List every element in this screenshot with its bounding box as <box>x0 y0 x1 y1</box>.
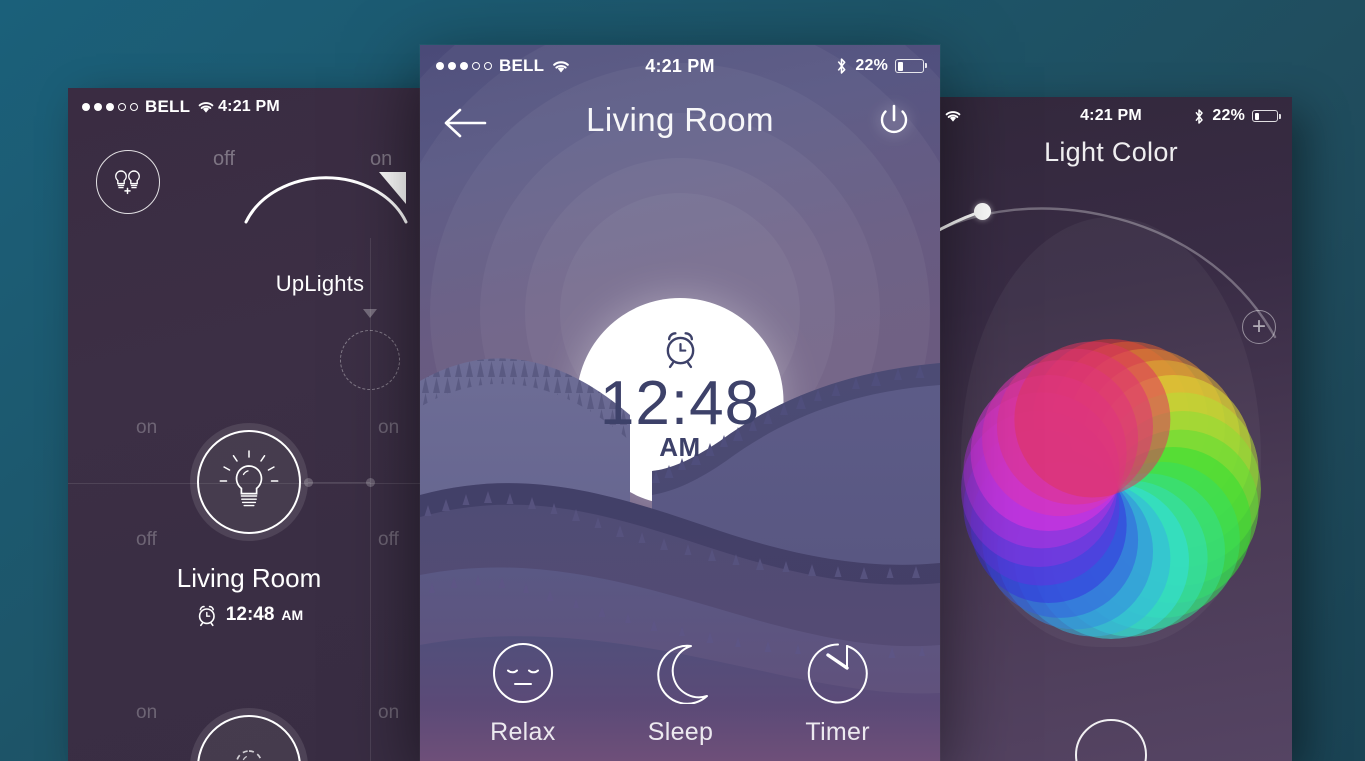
cell-subtitle: 12:48 <box>225 604 275 625</box>
mode-label: Timer <box>805 718 870 746</box>
power-icon[interactable] <box>870 99 918 147</box>
page-title: Living Room <box>586 101 774 138</box>
alarm-ampm: AM <box>659 431 701 462</box>
right-status-bar: 4:21 PM 22% <box>930 97 1292 135</box>
empty-light-placeholder[interactable] <box>340 330 400 390</box>
timer-stopwatch-icon <box>807 642 869 704</box>
connector-dot <box>366 478 375 487</box>
left-status-signal: BELL <box>82 97 215 117</box>
color-wheel-picker[interactable] <box>961 339 1261 639</box>
mode-buttons-row: Relax Sleep Timer <box>420 642 940 747</box>
phone-center-living-room: BELL 4:21 PM 22% Living Room 12:48 AM Re… <box>420 45 940 761</box>
white-color-swatch[interactable] <box>1075 719 1147 761</box>
mode-label: Sleep <box>647 718 714 746</box>
battery-percent-label: 22% <box>855 57 888 74</box>
uplights-on-label: on <box>370 148 393 170</box>
center-status-bar: BELL 4:21 PM 22% <box>420 45 940 87</box>
crescent-moon-icon <box>649 642 711 704</box>
phone-left-lights-overview: BELL 4:21 PM off on UpLights on off Livi… <box>68 88 430 761</box>
cell-off-label: off <box>136 529 157 550</box>
mode-button-relax[interactable]: Relax <box>490 642 555 747</box>
cell-on-label: on <box>136 417 158 438</box>
wifi-icon <box>197 100 215 114</box>
light-bulb-off-icon <box>197 715 301 761</box>
left-status-bar: BELL 4:21 PM <box>68 88 430 126</box>
plus-icon: + <box>1251 313 1266 340</box>
cell-alarm-row: 12:48 AM <box>195 603 303 627</box>
cell-connector <box>308 482 370 483</box>
left-screen: BELL 4:21 PM off on UpLights on off Livi… <box>68 88 430 761</box>
center-status-signal: BELL <box>436 56 571 76</box>
bluetooth-icon <box>1193 108 1205 125</box>
wifi-icon <box>944 109 962 123</box>
mode-label: Relax <box>490 718 556 746</box>
cell-on-label: on <box>136 702 158 723</box>
carrier-label: BELL <box>499 56 545 75</box>
alarm-clock-icon <box>198 605 215 627</box>
cell-on-label: on <box>378 417 400 438</box>
cell-on-label: on <box>378 702 400 723</box>
right-status-right: 22% <box>1193 107 1282 125</box>
connector-dot <box>304 478 313 487</box>
alarm-time: 12:48 <box>599 369 761 438</box>
wifi-icon <box>551 59 571 74</box>
light-toggle-ring[interactable] <box>190 708 308 761</box>
light-cell-off[interactable]: on off <box>136 702 308 761</box>
uplights-off-label: off <box>213 148 235 170</box>
light-color-title: Light Color <box>1044 137 1178 167</box>
add-bulbs-button[interactable] <box>96 150 160 214</box>
alarm-clock-display[interactable]: 12:48 AM <box>577 298 784 505</box>
light-toggle-ring[interactable] <box>190 423 308 541</box>
cell-subtitle-suffix: AM <box>281 607 304 623</box>
bluetooth-icon <box>835 57 848 75</box>
battery-icon <box>1252 110 1282 122</box>
connector-pin-icon <box>363 309 377 318</box>
relax-face-icon <box>492 642 554 704</box>
signal-dots-icon <box>436 62 492 70</box>
center-nav-bar: Living Room <box>420 87 940 159</box>
center-status-right: 22% <box>835 57 928 75</box>
center-screen: BELL 4:21 PM 22% Living Room 12:48 AM Re… <box>420 45 940 761</box>
cell-title: Living Room <box>176 563 322 593</box>
right-screen: 4:21 PM 22% Light Color + <box>930 97 1292 761</box>
phone-right-light-color: 4:21 PM 22% Light Color + <box>930 97 1292 761</box>
battery-percent-label: 22% <box>1212 107 1245 124</box>
mode-button-timer[interactable]: Timer <box>805 642 870 747</box>
add-bulbs-icon <box>108 165 148 199</box>
mode-button-sleep[interactable]: Sleep <box>648 642 713 747</box>
back-arrow-icon[interactable] <box>442 103 488 143</box>
cell-off-label: off <box>378 529 399 550</box>
right-status-left <box>944 109 962 123</box>
carrier-label: BELL <box>145 97 191 116</box>
brightness-slider-knob[interactable] <box>974 203 991 220</box>
uplights-name-label: UpLights <box>275 271 365 296</box>
alarm-clock-icon <box>658 326 702 370</box>
battery-icon <box>895 59 928 73</box>
light-bulb-on-icon <box>197 430 301 534</box>
signal-dots-icon <box>82 103 138 111</box>
light-cell-living-room[interactable]: on off Living Room 12:48 AM <box>136 417 321 627</box>
screenshot-stage: BELL 4:21 PM off on UpLights on off Livi… <box>0 0 1365 761</box>
